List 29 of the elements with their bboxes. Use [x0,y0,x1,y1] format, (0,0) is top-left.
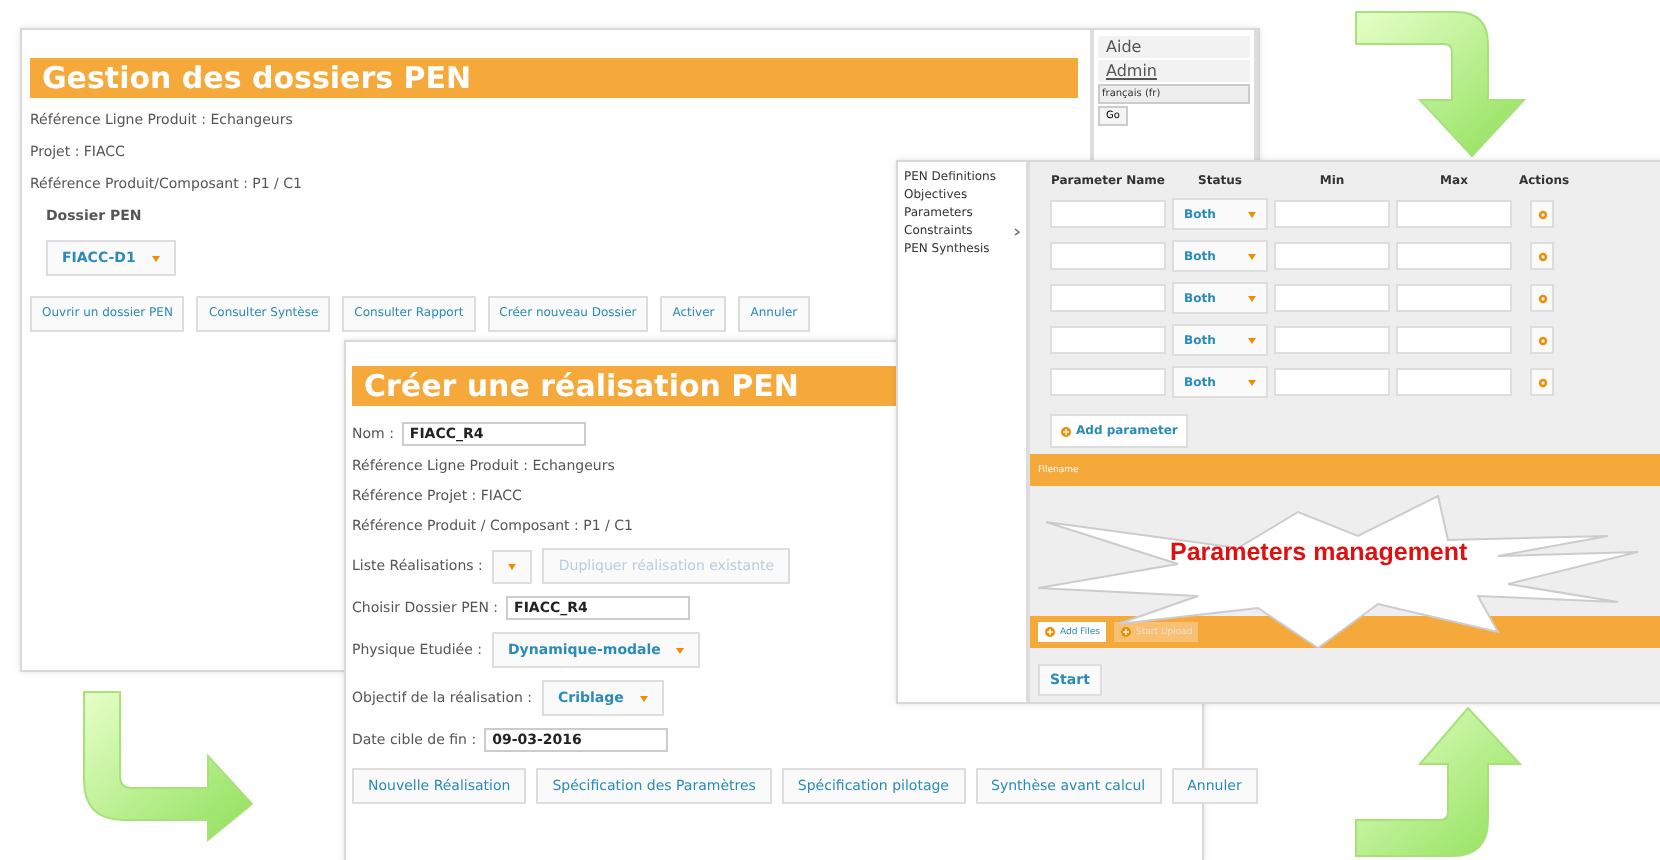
panel-title: Créer une réalisation PEN [352,366,900,406]
menu-link[interactable]: Admin [1098,60,1250,82]
panel-title: Gestion des dossiers PEN [30,58,1078,98]
plus-circle-icon [1120,626,1133,638]
max-input[interactable] [1396,284,1512,312]
name-input[interactable] [1050,242,1166,270]
plus-icon [1060,425,1072,437]
action-icon[interactable] [1530,326,1554,354]
max-input[interactable] [1396,200,1512,228]
action-icon[interactable] [1530,242,1554,270]
min-input[interactable] [1274,284,1390,312]
action-icon[interactable] [1530,368,1554,396]
action-icon[interactable] [1530,200,1554,228]
name-input[interactable] [1050,368,1166,396]
action-icon[interactable] [1530,284,1554,312]
menu-link[interactable]: Aide [1098,36,1250,58]
min-input[interactable] [1274,200,1390,228]
max-input[interactable] [1396,326,1512,354]
min-input[interactable] [1274,326,1390,354]
name-input[interactable] [1050,200,1166,228]
dropdown-select[interactable] [492,549,533,583]
plus-circle-icon [1044,626,1056,638]
max-input[interactable] [1396,242,1512,270]
callout-text: Parameters management [1170,537,1468,565]
max-input[interactable] [1396,368,1512,396]
name-input[interactable] [1050,284,1166,312]
name-input[interactable] [1050,326,1166,354]
min-input[interactable] [1274,242,1390,270]
min-input[interactable] [1274,368,1390,396]
